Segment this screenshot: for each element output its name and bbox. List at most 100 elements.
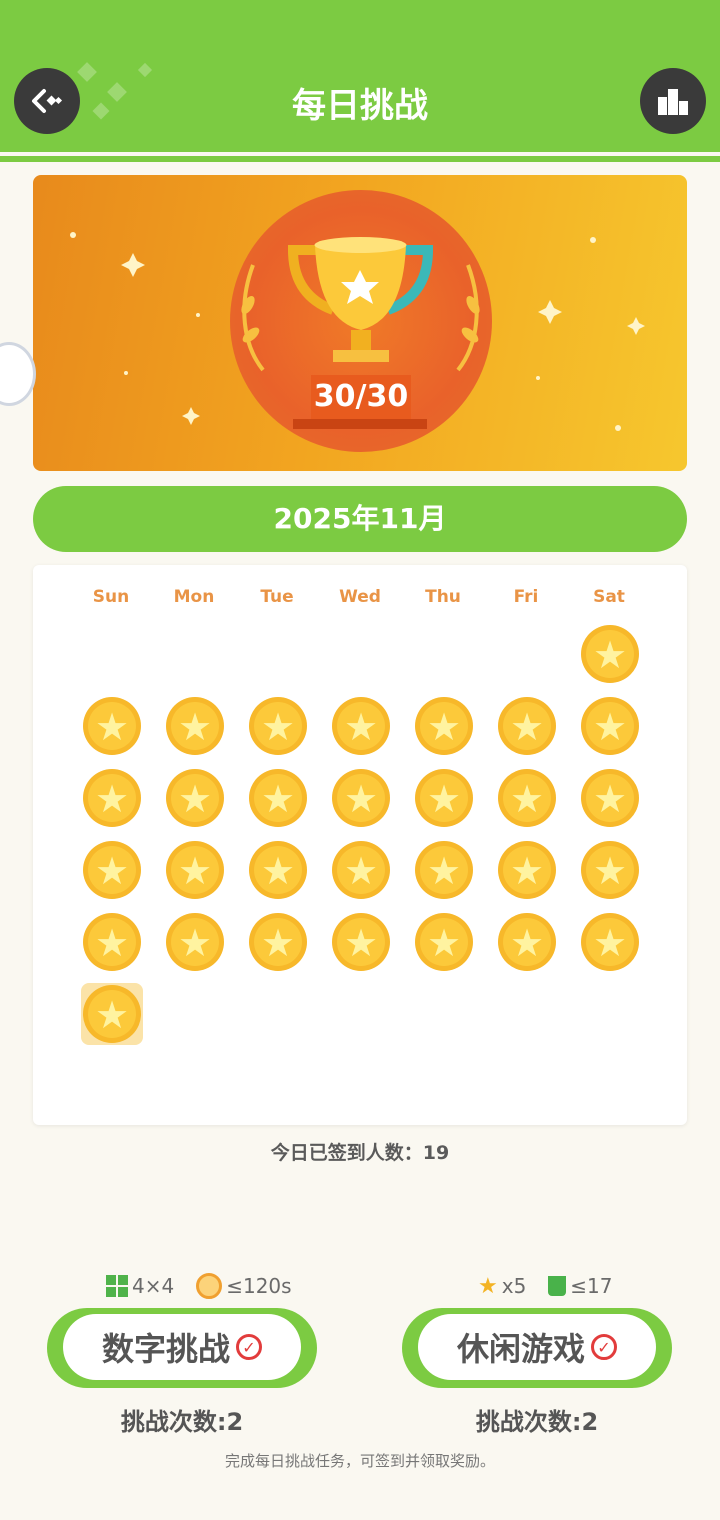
casual-game-tries: 挑战次数:2 [475, 1408, 599, 1436]
timer-icon [196, 1273, 223, 1299]
game1-requirements: 4×4 ≤120s [106, 1272, 292, 1300]
day-coin-15[interactable]: ★ [581, 769, 639, 827]
day-coin-7[interactable]: ★ [498, 697, 556, 755]
day-coin-24[interactable]: ★ [166, 913, 224, 971]
day-coin-19[interactable]: ★ [332, 841, 390, 899]
trophy-banner: 30/30 [33, 175, 687, 471]
star-icon: ★ [478, 1273, 498, 1299]
day-coin-23[interactable]: ★ [83, 913, 141, 971]
day-coin-8[interactable]: ★ [581, 697, 639, 755]
star-icon: ★ [592, 705, 628, 749]
star-icon: ★ [426, 849, 462, 893]
star-icon: ★ [260, 705, 296, 749]
day-coin-2[interactable]: ★ [83, 697, 141, 755]
star-icon: ★ [509, 777, 545, 821]
star-icon: ★ [509, 921, 545, 965]
stars-text: x5 [501, 1274, 527, 1298]
star-icon: ★ [426, 921, 462, 965]
completed-check-icon: ✓ [591, 1334, 617, 1360]
star-icon: ★ [94, 993, 130, 1037]
star-icon: ★ [343, 705, 379, 749]
header-stripe-gap [0, 152, 720, 156]
podium-icon [658, 89, 688, 115]
star-icon: ★ [94, 849, 130, 893]
day-coin-1[interactable]: ★ [581, 625, 639, 683]
time-limit-chip: ≤120s [196, 1273, 292, 1299]
header-bar: 每日挑战 [0, 0, 720, 162]
day-coin-10[interactable]: ★ [166, 769, 224, 827]
day-coin-25[interactable]: ★ [249, 913, 307, 971]
side-floating-tab[interactable] [0, 342, 36, 406]
moves-text: ≤17 [570, 1274, 613, 1298]
page-title: 每日挑战 [292, 86, 428, 126]
day-coin-29[interactable]: ★ [581, 913, 639, 971]
star-icon: ★ [592, 777, 628, 821]
star-icon: ★ [426, 705, 462, 749]
moves-chip: ≤17 [548, 1274, 613, 1298]
game2-requirements: ★ x5 ≤17 [478, 1272, 613, 1300]
day-coin-21[interactable]: ★ [498, 841, 556, 899]
day-coin-11[interactable]: ★ [249, 769, 307, 827]
star-icon: ★ [260, 849, 296, 893]
weekday-label: Fri [513, 587, 539, 607]
day-coin-30[interactable]: ★ [83, 985, 141, 1043]
weekday-label: Thu [425, 587, 461, 607]
stars-chip: ★ x5 [478, 1274, 526, 1299]
day-coin-28[interactable]: ★ [498, 913, 556, 971]
weekday-label: Mon [173, 587, 215, 607]
star-icon: ★ [343, 777, 379, 821]
completed-check-icon: ✓ [236, 1334, 262, 1360]
day-coin-20[interactable]: ★ [415, 841, 473, 899]
day-coin-16[interactable]: ★ [83, 841, 141, 899]
casual-game-label: 休闲游戏 [456, 1330, 585, 1368]
star-icon: ★ [343, 849, 379, 893]
star-icon: ★ [426, 777, 462, 821]
star-icon: ★ [177, 777, 213, 821]
grid-size-chip: 4×4 [106, 1274, 174, 1298]
trophy-base [293, 419, 427, 429]
day-coin-26[interactable]: ★ [332, 913, 390, 971]
trophy-icon [241, 237, 480, 372]
star-icon: ★ [94, 777, 130, 821]
grid-icon [106, 1275, 128, 1297]
day-coin-18[interactable]: ★ [249, 841, 307, 899]
star-icon: ★ [260, 921, 296, 965]
star-icon: ★ [592, 921, 628, 965]
day-coin-9[interactable]: ★ [83, 769, 141, 827]
star-icon: ★ [177, 705, 213, 749]
leaderboard-button[interactable] [640, 68, 706, 134]
star-icon: ★ [177, 849, 213, 893]
star-icon: ★ [94, 705, 130, 749]
month-label: 2025年11月 [33, 486, 687, 552]
grid-size-text: 4×4 [132, 1274, 175, 1298]
day-coin-3[interactable]: ★ [166, 697, 224, 755]
weekday-label: Tue [260, 587, 294, 607]
day-coin-6[interactable]: ★ [415, 697, 473, 755]
day-coin-22[interactable]: ★ [581, 841, 639, 899]
day-coin-12[interactable]: ★ [332, 769, 390, 827]
day-coin-14[interactable]: ★ [498, 769, 556, 827]
star-icon: ★ [509, 705, 545, 749]
star-icon: ★ [592, 633, 628, 677]
number-challenge-label: 数字挑战 [101, 1330, 230, 1368]
day-coin-13[interactable]: ★ [415, 769, 473, 827]
star-icon: ★ [592, 849, 628, 893]
star-icon: ★ [509, 849, 545, 893]
number-challenge-button[interactable]: 数字挑战 ✓ [47, 1308, 317, 1388]
day-coin-5[interactable]: ★ [332, 697, 390, 755]
weekday-label: Sun [92, 587, 130, 607]
footer-hint: 完成每日挑战任务，可签到并领取奖励。 [224, 1452, 495, 1470]
day-coin-17[interactable]: ★ [166, 841, 224, 899]
weekday-label: Wed [339, 587, 381, 607]
star-icon: ★ [260, 777, 296, 821]
star-icon: ★ [177, 921, 213, 965]
boot-icon [548, 1276, 567, 1296]
weekday-label: Sat [593, 587, 625, 607]
day-coin-4[interactable]: ★ [249, 697, 307, 755]
number-challenge-tries: 挑战次数:2 [120, 1408, 244, 1436]
star-icon: ★ [343, 921, 379, 965]
completion-score: 30/30 [311, 375, 411, 419]
time-limit-text: ≤120s [226, 1274, 292, 1298]
day-coin-27[interactable]: ★ [415, 913, 473, 971]
casual-game-button[interactable]: 休闲游戏 ✓ [402, 1308, 672, 1388]
